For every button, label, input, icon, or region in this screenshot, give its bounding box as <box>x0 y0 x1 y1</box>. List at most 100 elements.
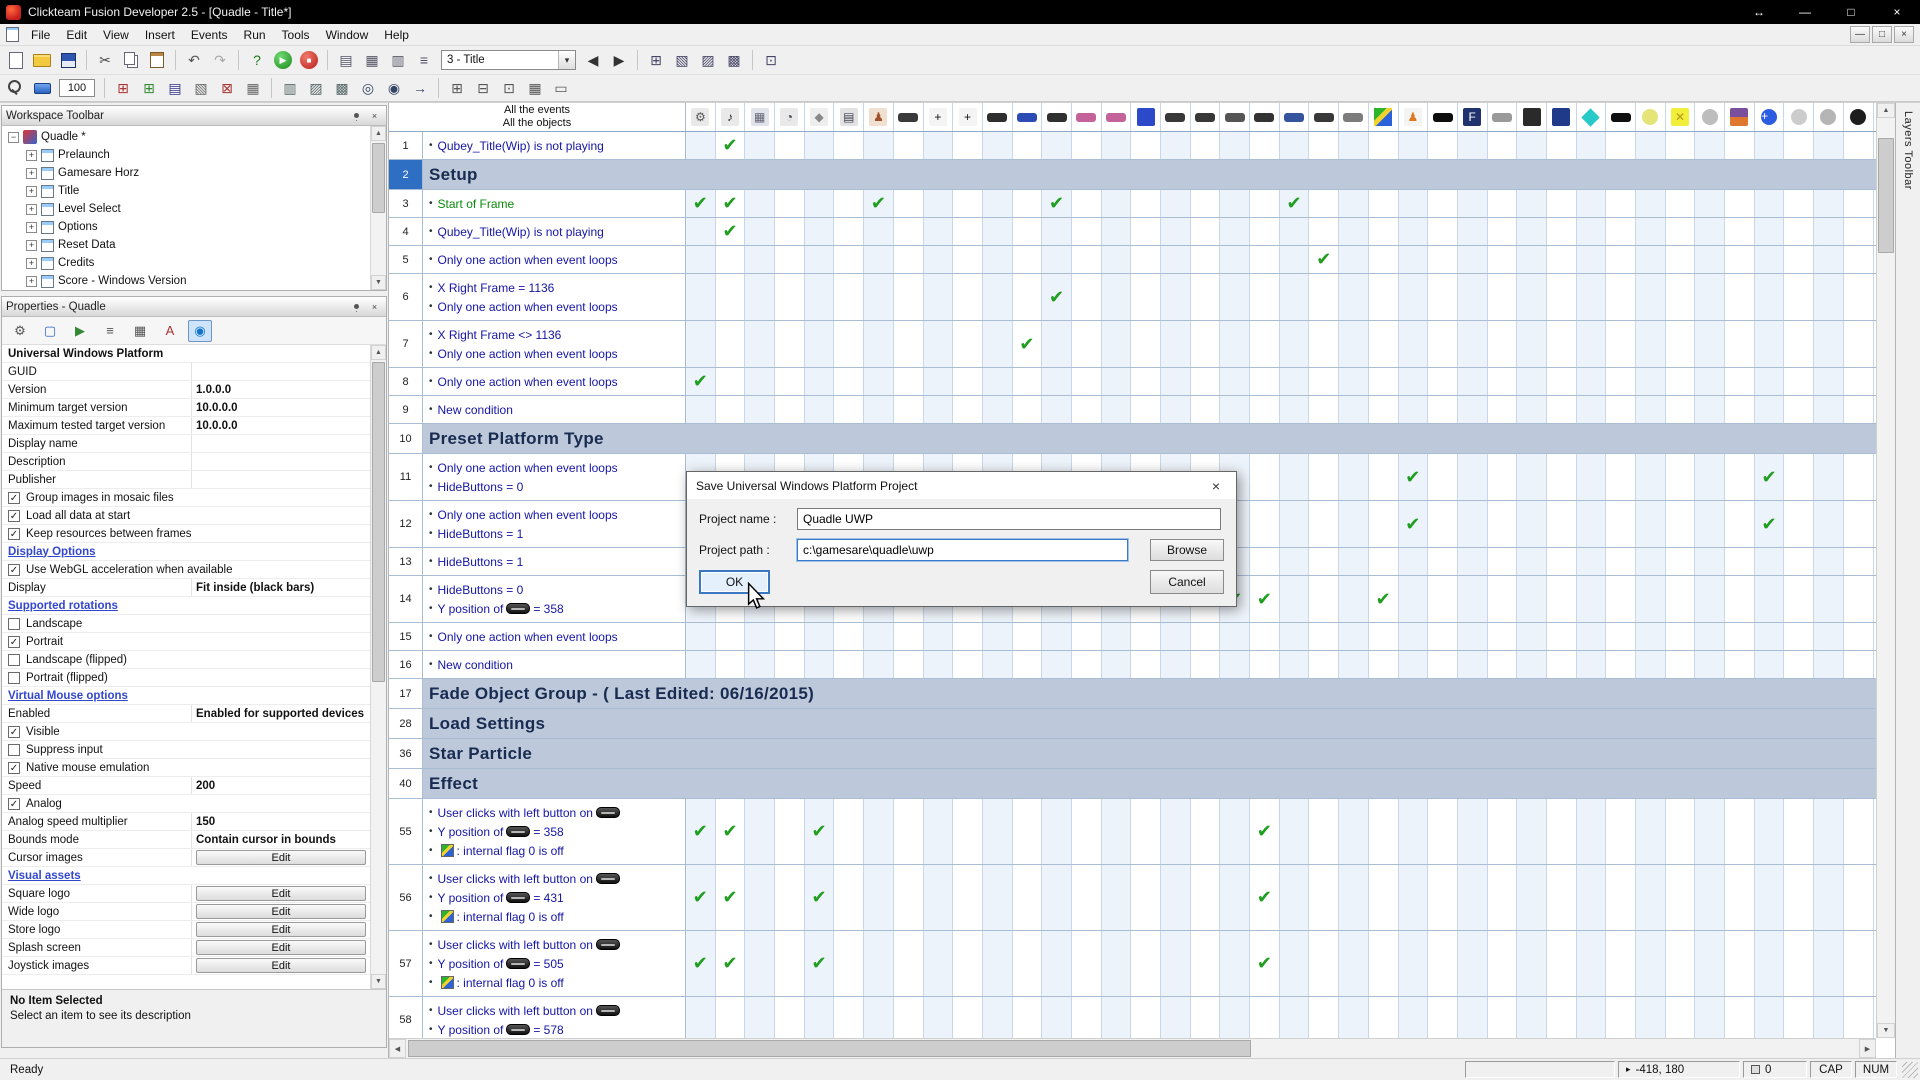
action-cell[interactable] <box>1220 274 1250 320</box>
edit-button[interactable]: Edit <box>196 940 366 955</box>
run-application-icon[interactable] <box>274 51 292 69</box>
window-arrange-icon[interactable]: ▩ <box>722 48 746 72</box>
action-cell[interactable] <box>1695 274 1725 320</box>
action-cell[interactable] <box>1488 548 1518 575</box>
new-file-icon[interactable] <box>4 48 28 72</box>
action-cell[interactable] <box>1755 396 1785 423</box>
action-cell[interactable] <box>1131 396 1161 423</box>
action-cell[interactable] <box>924 190 954 217</box>
action-cell[interactable] <box>1517 865 1547 930</box>
action-cell[interactable] <box>805 321 835 367</box>
action-cell[interactable] <box>1072 321 1102 367</box>
action-cell[interactable] <box>1606 651 1636 678</box>
action-cell[interactable] <box>1844 246 1874 273</box>
mdi-restore-button[interactable]: □ <box>1872 26 1892 43</box>
action-cell[interactable] <box>1339 501 1369 547</box>
property-row-load-all-data-at-start[interactable]: ✓Load all data at start <box>2 507 370 525</box>
action-cell[interactable] <box>716 396 746 423</box>
runtime-tab[interactable]: ▶ <box>68 320 92 342</box>
event-number[interactable]: 56 <box>389 865 423 930</box>
action-cell[interactable] <box>1755 274 1785 320</box>
action-cell[interactable]: ✔ <box>1250 865 1280 930</box>
tree-item-score-windows-version[interactable]: +Score - Windows Version <box>2 272 386 290</box>
expand-icon[interactable]: + <box>26 168 37 179</box>
action-cell[interactable] <box>1042 396 1072 423</box>
action-cell[interactable] <box>864 132 894 159</box>
expand-icon[interactable]: + <box>26 258 37 269</box>
event-number[interactable]: 55 <box>389 799 423 864</box>
resize-grip[interactable] <box>1902 1062 1918 1078</box>
object-column-header[interactable]: ♟ <box>864 103 894 131</box>
action-cell[interactable] <box>716 246 746 273</box>
scroll-up-icon[interactable]: ▲ <box>371 126 386 141</box>
action-cell[interactable] <box>1399 396 1429 423</box>
action-cell[interactable] <box>1131 651 1161 678</box>
property-row-maximum-tested-target-version[interactable]: Maximum tested target version10.0.0.0 <box>2 417 370 435</box>
action-cell[interactable] <box>834 246 864 273</box>
action-cell[interactable] <box>834 931 864 996</box>
action-cell[interactable] <box>1072 651 1102 678</box>
action-cell[interactable] <box>1636 931 1666 996</box>
action-cell[interactable] <box>1636 321 1666 367</box>
cut-event-icon[interactable]: ▥ <box>278 76 302 100</box>
action-cell[interactable] <box>1695 651 1725 678</box>
action-cell[interactable] <box>1191 651 1221 678</box>
action-cell[interactable] <box>953 623 983 650</box>
property-row-portrait[interactable]: ✓Portrait <box>2 633 370 651</box>
action-cell[interactable] <box>1013 931 1043 996</box>
scroll-up-icon[interactable]: ▲ <box>371 345 386 360</box>
action-cell[interactable] <box>894 865 924 930</box>
action-cell[interactable] <box>1339 132 1369 159</box>
action-cell[interactable]: ✔ <box>1399 454 1429 500</box>
action-cell[interactable] <box>1013 132 1043 159</box>
edit-button[interactable]: Edit <box>196 850 366 865</box>
action-cell[interactable] <box>983 368 1013 395</box>
action-cell[interactable] <box>1695 132 1725 159</box>
action-cell[interactable] <box>1784 190 1814 217</box>
action-cell[interactable] <box>894 368 924 395</box>
action-cell[interactable] <box>1606 931 1636 996</box>
action-cell[interactable]: ✔ <box>1250 799 1280 864</box>
action-cell[interactable] <box>1072 190 1102 217</box>
action-cell[interactable] <box>1428 454 1458 500</box>
action-cell[interactable] <box>924 321 954 367</box>
action-cell[interactable] <box>1131 368 1161 395</box>
tree-item-options[interactable]: +Options <box>2 218 386 236</box>
action-cell[interactable] <box>1072 799 1102 864</box>
action-cell[interactable] <box>1725 997 1755 1038</box>
action-cell[interactable] <box>1399 321 1429 367</box>
action-cell[interactable] <box>864 931 894 996</box>
action-cell[interactable]: ✔ <box>1309 246 1339 273</box>
action-cell[interactable] <box>1013 799 1043 864</box>
action-cell[interactable] <box>834 651 864 678</box>
action-cell[interactable] <box>864 274 894 320</box>
action-cell[interactable] <box>1695 576 1725 622</box>
action-cell[interactable] <box>1369 651 1399 678</box>
action-cell[interactable] <box>1013 368 1043 395</box>
property-row-suppress-input[interactable]: Suppress input <box>2 741 370 759</box>
storyboard-editor-icon[interactable]: ▤ <box>334 48 358 72</box>
action-cell[interactable] <box>775 368 805 395</box>
action-cell[interactable] <box>1517 548 1547 575</box>
action-cell[interactable] <box>1339 548 1369 575</box>
action-cell[interactable] <box>686 623 716 650</box>
menu-insert[interactable]: Insert <box>137 25 183 45</box>
action-cell[interactable] <box>1606 997 1636 1038</box>
next-frame-icon[interactable]: ▶ <box>607 48 631 72</box>
action-cell[interactable] <box>1013 651 1043 678</box>
action-cell[interactable] <box>1458 218 1488 245</box>
cut-icon[interactable]: ✂ <box>93 48 117 72</box>
layers-toolbar-strip[interactable]: Layers Toolbar <box>1895 103 1920 1058</box>
action-cell[interactable] <box>1517 218 1547 245</box>
action-cell[interactable] <box>1488 651 1518 678</box>
action-cell[interactable] <box>775 623 805 650</box>
property-row-cursor-images[interactable]: Cursor imagesEdit <box>2 849 370 867</box>
event-conditions[interactable]: •Qubey_Title(Wip) is not playing <box>423 218 686 245</box>
frame-editor-icon[interactable]: ▦ <box>360 48 384 72</box>
action-cell[interactable] <box>1250 651 1280 678</box>
action-cell[interactable]: ✔ <box>805 799 835 864</box>
action-cell[interactable] <box>1695 997 1725 1038</box>
action-cell[interactable] <box>1606 865 1636 930</box>
event-number[interactable]: 11 <box>389 454 423 500</box>
action-cell[interactable] <box>1755 132 1785 159</box>
